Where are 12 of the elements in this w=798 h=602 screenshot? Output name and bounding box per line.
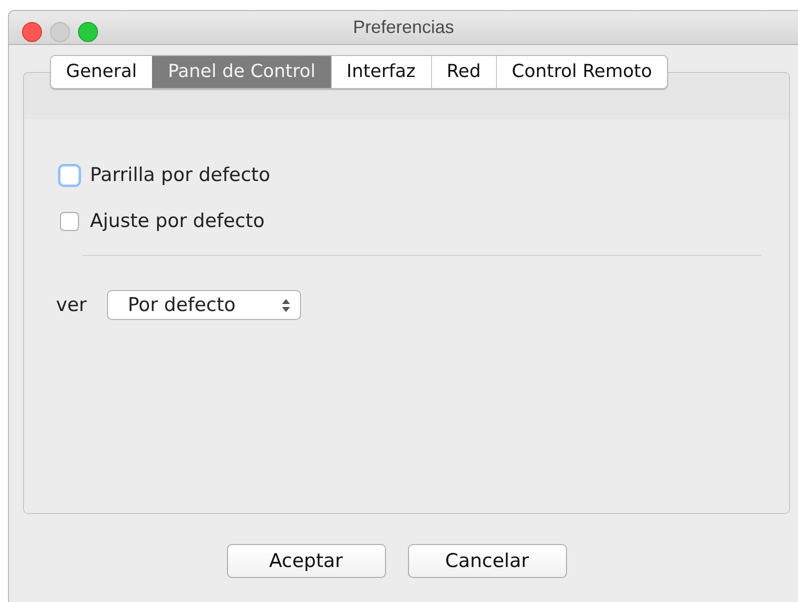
checkbox-label: Ajuste por defecto <box>90 210 265 232</box>
tab[interactable]: Interfaz <box>330 56 431 88</box>
tab[interactable]: Red <box>430 56 496 88</box>
dialog-button[interactable]: Cancelar <box>408 544 566 578</box>
tab[interactable]: General <box>51 56 152 88</box>
view-select[interactable]: Por defecto <box>106 290 301 320</box>
checkbox-label: Parrilla por defecto <box>90 164 270 186</box>
view-label: ver <box>56 294 87 316</box>
window-title: Preferencias <box>352 17 454 38</box>
dialog-button[interactable]: Aceptar <box>226 544 386 578</box>
tab[interactable]: Panel de Control <box>152 56 331 88</box>
tab[interactable]: Control Remoto <box>496 56 667 88</box>
